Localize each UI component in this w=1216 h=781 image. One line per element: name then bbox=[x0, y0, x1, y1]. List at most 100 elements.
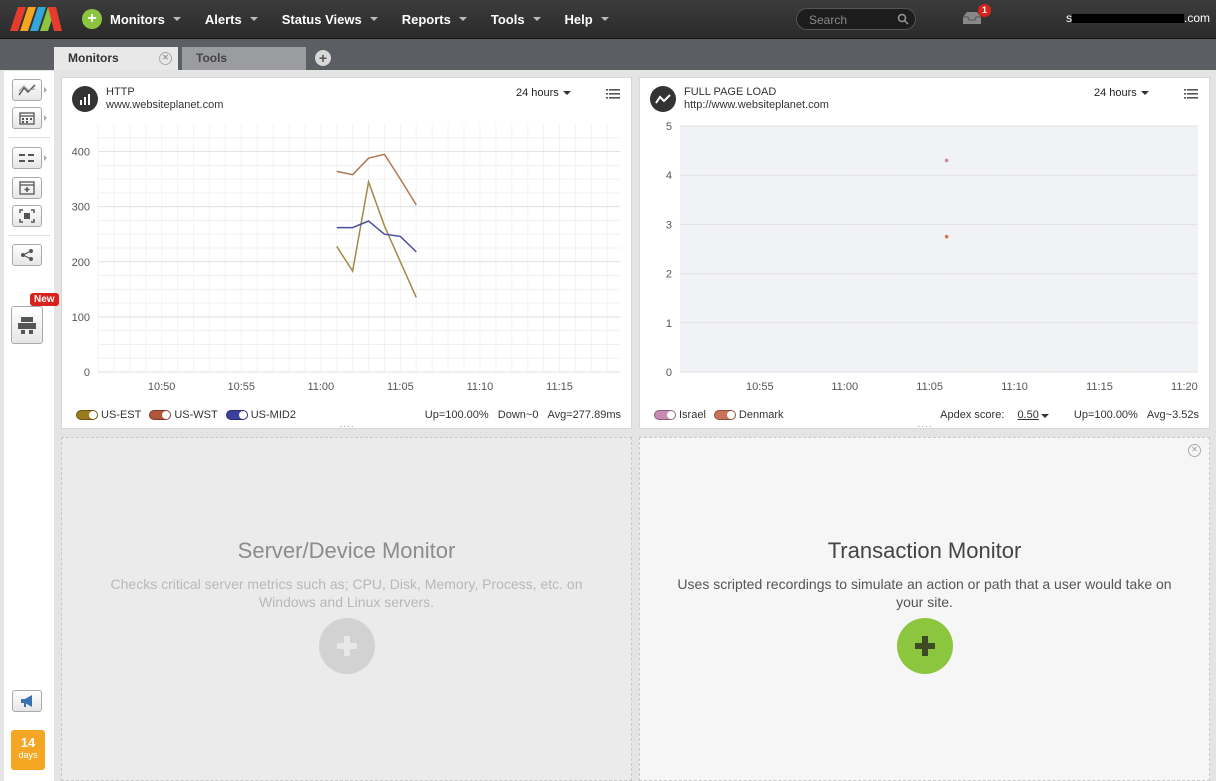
chevron-down-icon bbox=[532, 17, 541, 21]
close-icon[interactable]: ✕ bbox=[159, 52, 172, 65]
fpl-monitor-type: FULL PAGE LOAD bbox=[684, 86, 777, 98]
avg-load-stat: Avg~3.52s bbox=[1146, 409, 1199, 421]
chevron-down-icon bbox=[172, 17, 181, 21]
x-tick-label: 11:05 bbox=[916, 381, 943, 393]
data-point-denmark bbox=[944, 234, 949, 239]
http-stats: Up=100.00% Down~0 Avg=277.89ms bbox=[419, 409, 621, 421]
http-monitor-icon bbox=[72, 86, 98, 112]
nav-tools[interactable]: Tools bbox=[491, 12, 541, 27]
http-monitor-type: HTTP bbox=[106, 86, 135, 98]
http-panel-menu-icon[interactable] bbox=[606, 88, 620, 100]
fpl-time-range-select[interactable]: 24 hours bbox=[1094, 87, 1149, 99]
nav-status-views[interactable]: Status Views bbox=[282, 12, 378, 27]
y-tick-label: 3 bbox=[666, 219, 672, 231]
trial-days-count: 14 bbox=[20, 735, 36, 750]
resize-grip-icon[interactable]: .... bbox=[918, 420, 932, 430]
nav-monitors[interactable]: + Monitors bbox=[82, 9, 181, 29]
tab-tools[interactable]: Tools bbox=[182, 47, 306, 70]
x-tick-label: 11:15 bbox=[1086, 381, 1113, 393]
legend-item-us-wst[interactable]: US-WST bbox=[149, 409, 218, 421]
robot-icon bbox=[18, 317, 36, 334]
http-panel-title: HTTP www.websiteplanet.com bbox=[106, 86, 223, 112]
y-tick-label: 5 bbox=[666, 121, 672, 133]
add-transaction-monitor-button[interactable] bbox=[897, 618, 953, 674]
chevron-down-icon bbox=[369, 17, 378, 21]
nav-monitors-label: Monitors bbox=[110, 11, 165, 27]
tab-tools-label: Tools bbox=[196, 51, 228, 65]
sidebar-new-feature-button[interactable] bbox=[11, 306, 43, 344]
redacted-email bbox=[1072, 14, 1184, 24]
search-input[interactable] bbox=[807, 11, 896, 29]
fpl-stats: Apdex score: 0.50 Up=100.00% Avg~3.52s bbox=[934, 409, 1199, 421]
legend-label: US-WST bbox=[174, 409, 218, 421]
sidebar-fullscreen-button[interactable] bbox=[12, 205, 42, 227]
downtime-stat: Down~0 bbox=[497, 409, 539, 421]
x-tick-label: 11:00 bbox=[831, 381, 858, 393]
legend-item-israel[interactable]: Israel bbox=[654, 409, 706, 421]
sidebar-layout-button[interactable] bbox=[12, 147, 42, 169]
uptime-stat: Up=100.00% bbox=[424, 409, 489, 421]
sidebar-share-button[interactable] bbox=[12, 244, 42, 266]
sidebar-divider bbox=[8, 235, 50, 236]
close-icon[interactable]: ✕ bbox=[1188, 444, 1201, 457]
x-tick-label: 11:10 bbox=[1001, 381, 1028, 393]
nav-alerts[interactable]: Alerts bbox=[205, 12, 258, 27]
add-server-monitor-button[interactable] bbox=[319, 618, 375, 674]
calendar-icon bbox=[19, 112, 35, 125]
nav-help[interactable]: Help bbox=[565, 12, 609, 27]
fpl-monitor-panel: FULL PAGE LOAD http://www.websiteplanet.… bbox=[639, 77, 1210, 430]
add-monitor-icon[interactable]: + bbox=[82, 9, 102, 29]
sidebar-divider bbox=[8, 137, 50, 138]
legend-item-us-est[interactable]: US-EST bbox=[76, 409, 141, 421]
trial-days-badge[interactable]: 14 days bbox=[11, 730, 45, 770]
toggle-icon[interactable] bbox=[149, 410, 172, 420]
toggle-icon[interactable] bbox=[654, 410, 676, 420]
http-monitor-url[interactable]: www.websiteplanet.com bbox=[106, 99, 223, 112]
nav-reports[interactable]: Reports bbox=[402, 12, 467, 27]
apdex-score-select[interactable]: 0.50 bbox=[1011, 409, 1049, 421]
search-icon[interactable] bbox=[897, 13, 909, 25]
fullscreen-icon bbox=[19, 209, 35, 223]
tab-monitors-label: Monitors bbox=[68, 51, 119, 65]
legend-item-denmark[interactable]: Denmark bbox=[713, 409, 784, 421]
sidebar-charts-button[interactable] bbox=[12, 79, 42, 101]
tab-monitors[interactable]: Monitors ✕ bbox=[54, 47, 178, 70]
chevron-right-icon bbox=[44, 87, 47, 93]
avg-response-stat: Avg=277.89ms bbox=[547, 409, 622, 421]
user-menu[interactable]: s .com bbox=[1066, 11, 1210, 25]
server-device-monitor-card: Server/Device Monitor Checks critical se… bbox=[61, 437, 632, 781]
y-tick-label: 100 bbox=[72, 312, 90, 324]
y-tick-label: 2 bbox=[666, 269, 672, 281]
tab-bar: Monitors ✕ Tools + bbox=[0, 39, 1216, 70]
transaction-monitor-card: ✕ Transaction Monitor Uses scripted reco… bbox=[639, 437, 1210, 781]
legend-label: Israel bbox=[679, 409, 706, 421]
http-time-range-select[interactable]: 24 hours bbox=[516, 87, 571, 99]
fpl-panel-title: FULL PAGE LOAD http://www.websiteplanet.… bbox=[684, 86, 829, 112]
sidebar-calendar-button[interactable] bbox=[12, 107, 42, 129]
http-legend: US-EST US-WST US-MID2 bbox=[76, 409, 304, 421]
chevron-right-icon bbox=[44, 115, 47, 121]
transaction-title: Transaction Monitor bbox=[827, 538, 1022, 563]
toggle-icon[interactable] bbox=[76, 410, 98, 420]
y-tick-label: 1 bbox=[666, 318, 672, 330]
resize-grip-icon[interactable]: .... bbox=[340, 420, 354, 430]
server-device-title: Server/Device Monitor bbox=[237, 538, 456, 563]
trial-days-label: days bbox=[18, 750, 38, 760]
toggle-icon[interactable] bbox=[713, 410, 736, 420]
fpl-panel-menu-icon[interactable] bbox=[1184, 88, 1198, 100]
legend-item-us-mid2[interactable]: US-MID2 bbox=[225, 409, 296, 421]
toggle-icon[interactable] bbox=[225, 410, 248, 420]
apdex-score-value: 0.50 bbox=[1017, 409, 1039, 421]
chevron-down-icon bbox=[1040, 414, 1049, 418]
y-tick-label: 0 bbox=[666, 367, 672, 379]
http-panel-footer: US-EST US-WST US-MID2 Up=100.00% Down~0 … bbox=[62, 404, 631, 430]
http-monitor-panel: HTTP www.websiteplanet.com 24 hours 0 100… bbox=[61, 77, 632, 430]
app-logo[interactable] bbox=[8, 5, 64, 33]
chevron-down-icon bbox=[562, 91, 571, 95]
fpl-monitor-url[interactable]: http://www.websiteplanet.com bbox=[684, 99, 829, 112]
add-tab-button[interactable]: + bbox=[315, 50, 331, 66]
legend-label: US-EST bbox=[101, 409, 142, 421]
sidebar-add-widget-button[interactable] bbox=[12, 177, 42, 199]
sidebar-announcements-button[interactable] bbox=[12, 690, 42, 712]
plus-icon bbox=[337, 636, 357, 656]
